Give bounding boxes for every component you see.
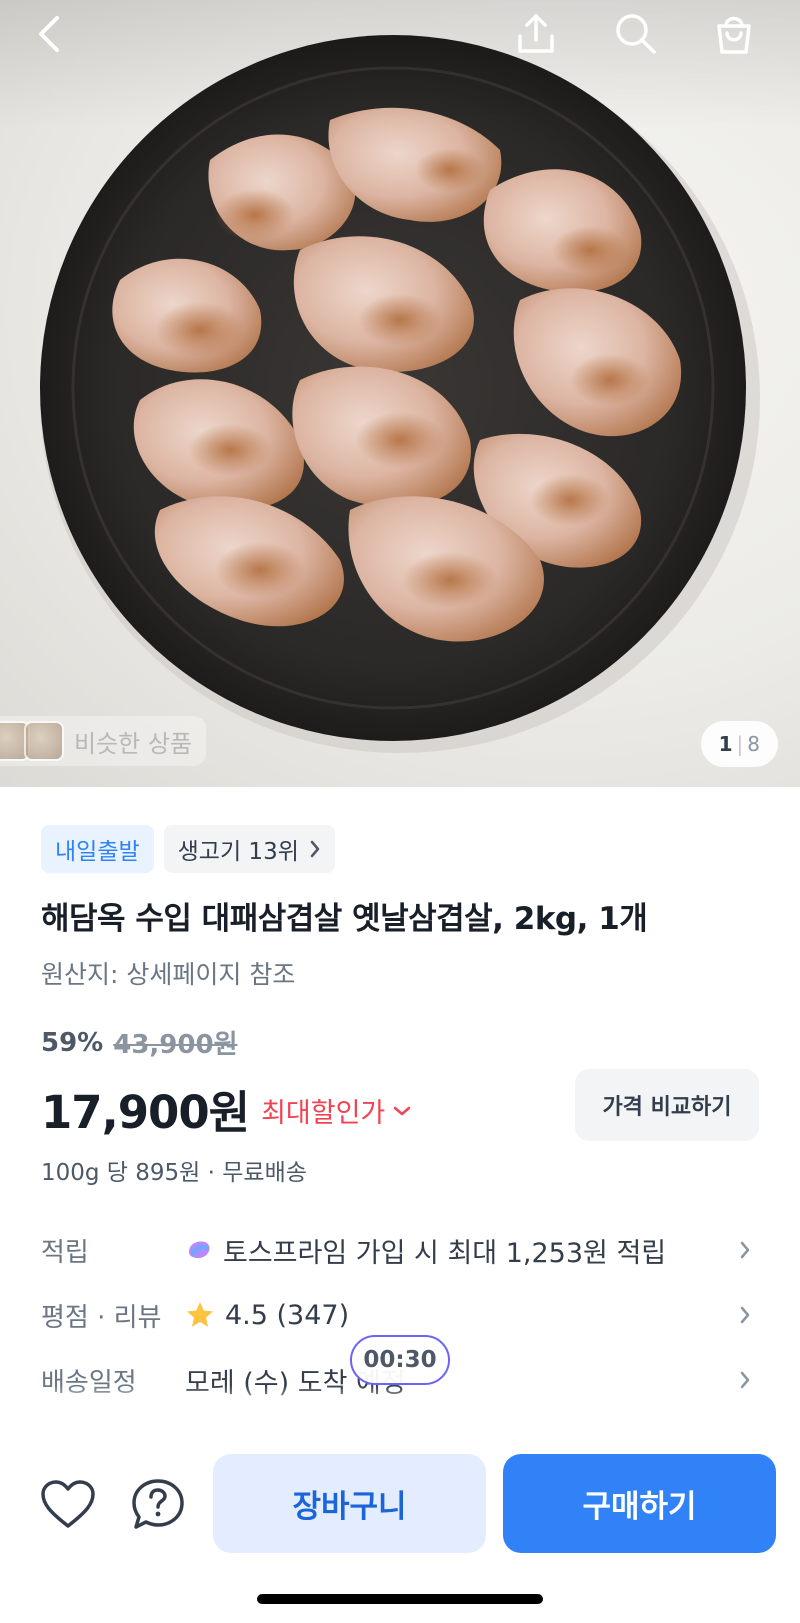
rank-badge[interactable]: 생고기 13위 [163,825,335,873]
price-row: 17,900원 최대할인가 [41,1076,411,1141]
bottom-fade [0,1385,800,1415]
delivery-badge-label: 내일출발 [55,839,140,865]
chevron-right-icon [740,1241,750,1259]
hero-top-shade [0,0,800,130]
sale-price: 17,900원 [41,1086,250,1139]
similar-thumbnails [0,721,64,761]
max-discount-label: 최대할인가 [261,1098,386,1129]
points-value: 토스프라임 가입 시 최대 1,253원 적립 [223,1237,667,1269]
inquiry-button[interactable] [126,1473,190,1537]
toss-prime-icon [189,1241,210,1259]
similar-products-label: 비슷한 상품 [74,729,193,758]
share-icon [518,14,554,53]
rank-badge-label: 생고기 13위 [177,839,299,865]
home-indicator [257,1594,543,1604]
cart-bag-icon [717,16,751,54]
share-button[interactable] [500,0,572,68]
star-icon [187,1302,213,1327]
product-image-carousel[interactable]: 비슷한 상품 1 | 8 [0,0,800,787]
points-key: 적립 [41,1237,89,1268]
discount-row: 59% 43,900원 [41,1024,238,1061]
similar-products-button[interactable]: 비슷한 상품 [0,716,207,766]
image-counter-current: 1 [718,732,733,756]
unit-price-shipping: 100g 당 895원 · 무료배송 [41,1160,307,1186]
timer-badge: 00:30 [350,1335,450,1385]
question-bubble-icon [132,1479,184,1529]
image-counter: 1 | 8 [700,721,778,767]
delivery-badge: 내일출발 [41,825,154,873]
shopping-bag-button[interactable] [698,0,770,68]
rating-value: 4.5 (347) [225,1299,350,1331]
rating-key: 평점 · 리뷰 [41,1302,162,1333]
search-button[interactable] [600,0,672,68]
product-origin: 원산지: 상세페이지 참조 [41,960,296,989]
original-price: 43,900원 [113,1030,238,1060]
points-row[interactable]: 적립 토스프라임 가입 시 최대 1,253원 적립 [41,1225,759,1275]
badge-row: 내일출발 생고기 13위 [41,825,335,873]
chevron-down-icon [394,1106,411,1115]
rating-row[interactable]: 평점 · 리뷰 4.5 (347) [41,1290,759,1340]
back-icon [39,16,59,52]
wishlist-button[interactable] [36,1473,100,1537]
max-discount-toggle[interactable]: 최대할인가 [261,1091,411,1130]
compare-price-button[interactable]: 가격 비교하기 [575,1069,759,1141]
image-counter-total: 8 [747,732,760,756]
product-title: 해담옥 수입 대패삼겹살 옛날삼겹살, 2kg, 1개 [41,901,648,937]
discount-rate: 59% [41,1027,104,1058]
back-button[interactable] [14,0,86,68]
search-icon [616,14,656,54]
similar-thumbnail [24,721,64,761]
chevron-right-icon [310,840,320,858]
product-detail-page: 비슷한 상품 1 | 8 내일출발 생고기 13위 해담옥 수입 대패삼겹살 옛… [0,0,800,1623]
buy-now-button[interactable]: 구매하기 [503,1454,776,1553]
add-to-cart-button[interactable]: 장바구니 [213,1454,486,1553]
image-counter-separator: | [736,732,744,756]
chevron-right-icon [740,1306,750,1324]
heart-icon [41,1480,95,1528]
